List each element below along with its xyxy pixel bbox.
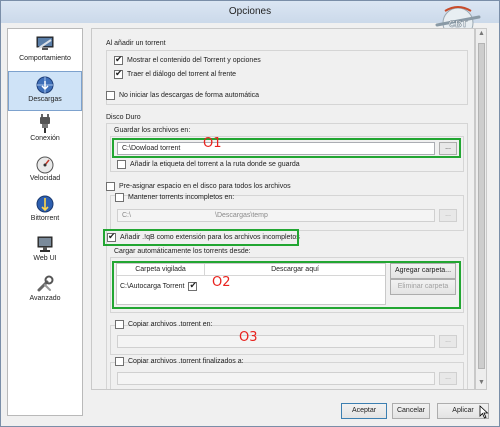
preallocate-checkbox[interactable] — [106, 182, 115, 191]
sidebar-item-label: Web UI — [33, 255, 57, 262]
sidebar-item-bittorrent[interactable]: Bittorrent — [8, 191, 82, 231]
keep-incomplete-checkbox[interactable] — [115, 193, 124, 202]
dont-start-label: No iniciar las descargas de forma automá… — [119, 92, 260, 99]
sidebar-item-velocidad[interactable]: Velocidad — [8, 151, 82, 191]
scroll-up-icon[interactable]: ▲ — [478, 30, 485, 37]
append-label-checkbox[interactable] — [117, 160, 126, 169]
accept-button[interactable]: Aceptar — [341, 403, 387, 419]
highlight-box-append-qb — [103, 229, 299, 246]
bittorrent-icon — [36, 195, 54, 213]
copy-torrent-path-field — [117, 335, 435, 348]
web-ui-icon — [37, 236, 53, 252]
bring-dialog-label: Traer el diálogo del torrent al frente — [127, 71, 237, 78]
category-sidebar: Comportamiento Descargas Conexión Veloci… — [7, 28, 83, 416]
incomplete-path-browse-button: ... — [439, 209, 457, 222]
plug-icon — [40, 114, 50, 133]
title-bar: Opciones — [1, 1, 499, 23]
settings-panel: Al añadir un torrent Mostrar el contenid… — [91, 28, 475, 390]
save-files-title: Guardar los archivos en: — [114, 127, 191, 134]
monitor-icon — [36, 36, 54, 50]
sidebar-item-label: Comportamiento — [19, 55, 71, 62]
dont-start-option[interactable]: No iniciar las descargas de forma automá… — [106, 91, 259, 100]
show-contents-option[interactable]: Mostrar el contenido del Torrent y opcio… — [114, 54, 261, 65]
sidebar-item-conexion[interactable]: Conexión — [8, 111, 82, 151]
sidebar-item-label: Velocidad — [29, 175, 61, 182]
annotation-o2: O2 — [212, 275, 231, 290]
copy-torrent-label: Copiar archivos .torrent en: — [128, 321, 213, 328]
section-title-hard-disk: Disco Duro — [106, 114, 141, 121]
mouse-cursor-icon — [479, 405, 489, 419]
highlight-box-save-path — [112, 138, 461, 158]
copy-torrent-checkbox[interactable] — [115, 320, 124, 329]
cancel-button[interactable]: Cancelar — [392, 403, 430, 419]
bring-dialog-option[interactable]: Traer el diálogo del torrent al frente — [114, 68, 237, 79]
copy-finished-label: Copiar archivos .torrent finalizados a: — [128, 358, 244, 365]
preallocate-label: Pre-asignar espacio en el disco para tod… — [119, 183, 291, 190]
sidebar-item-avanzado[interactable]: Avanzado — [8, 271, 82, 311]
incomplete-path-suffix: \Descargas\temp — [215, 212, 268, 219]
incomplete-path-field: C:\ \Descargas\temp — [117, 209, 435, 222]
append-label-option[interactable]: Añadir la etiqueta del torrent a la ruta… — [117, 160, 300, 169]
copy-finished-path-field — [117, 372, 435, 385]
highlight-box-autoload — [112, 261, 461, 309]
sidebar-item-web-ui[interactable]: Web UI — [8, 231, 82, 271]
scroll-down-icon[interactable]: ▼ — [478, 379, 485, 386]
copy-finished-browse-button: ... — [439, 372, 457, 385]
copy-finished-checkbox[interactable] — [115, 357, 124, 366]
options-window: Opciones CBT Comportamiento Descargas Co… — [0, 0, 500, 427]
wrench-icon — [37, 275, 54, 292]
sidebar-item-comportamiento[interactable]: Comportamiento — [8, 31, 82, 71]
scrollbar-thumb[interactable] — [478, 43, 485, 369]
copy-torrent-browse-button: ... — [439, 335, 457, 348]
speedometer-icon — [36, 156, 54, 174]
sidebar-item-label: Conexión — [30, 135, 60, 142]
panel-scrollbar[interactable]: ▲ ▼ — [475, 28, 487, 390]
annotation-o3: O3 — [239, 330, 258, 345]
keep-incomplete-label: Mantener torrents incompletos en: — [128, 194, 235, 201]
incomplete-path-prefix: C:\ — [122, 212, 131, 219]
window-title: Opciones — [228, 6, 272, 17]
autoload-title: Cargar automáticamente los torrents desd… — [114, 248, 251, 255]
copy-torrent-option[interactable]: Copiar archivos .torrent en: — [115, 320, 212, 329]
sidebar-item-label: Descargas — [28, 96, 62, 103]
sidebar-item-descargas[interactable]: Descargas — [8, 71, 82, 111]
bring-dialog-checkbox[interactable] — [114, 68, 123, 79]
dont-start-checkbox[interactable] — [106, 91, 115, 100]
copy-finished-option[interactable]: Copiar archivos .torrent finalizados a: — [115, 357, 244, 366]
show-contents-checkbox[interactable] — [114, 54, 123, 65]
append-label-label: Añadir la etiqueta del torrent a la ruta… — [130, 161, 300, 168]
annotation-o1: O1 — [203, 136, 222, 151]
preallocate-option[interactable]: Pre-asignar espacio en el disco para tod… — [106, 182, 291, 191]
sidebar-item-label: Bittorrent — [30, 215, 60, 222]
show-contents-label: Mostrar el contenido del Torrent y opcio… — [127, 57, 261, 64]
section-title-add-torrent: Al añadir un torrent — [106, 40, 166, 47]
sidebar-item-label: Avanzado — [29, 295, 61, 302]
keep-incomplete-option[interactable]: Mantener torrents incompletos en: — [115, 193, 234, 202]
globe-download-icon — [36, 76, 54, 94]
